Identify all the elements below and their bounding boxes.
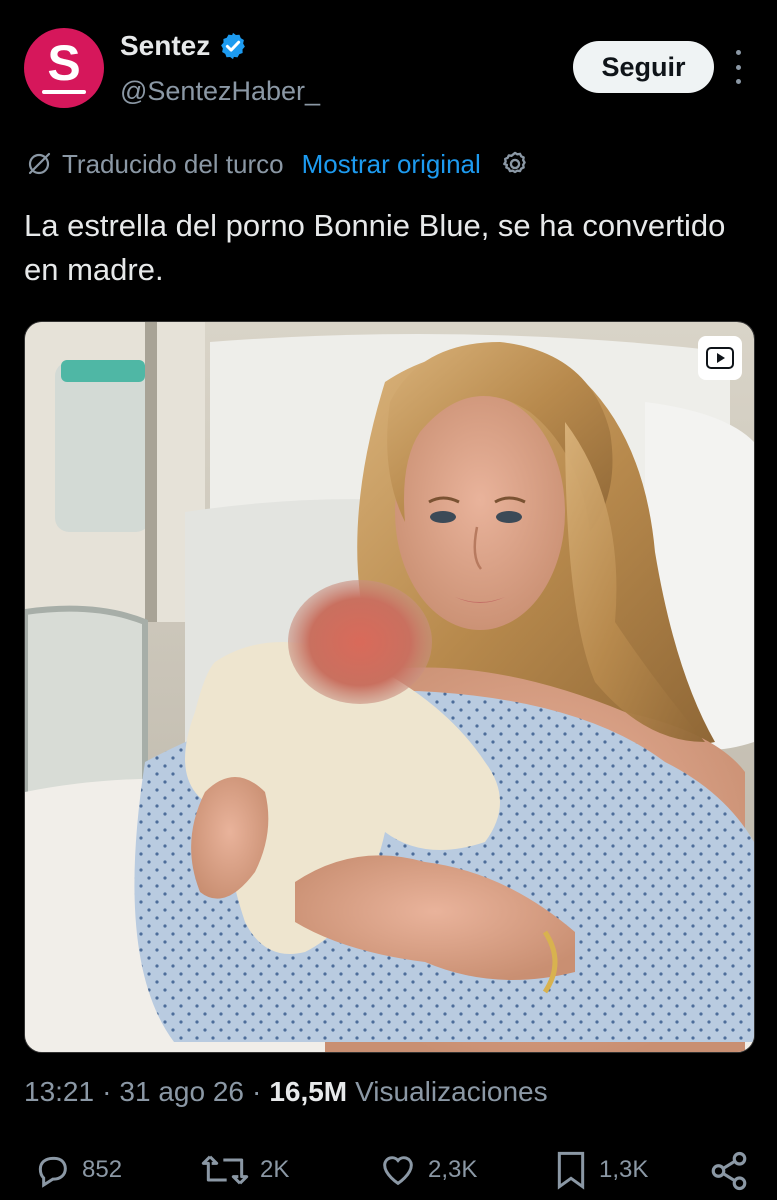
share-button[interactable] (708, 1150, 750, 1192)
photo-illustration (25, 322, 754, 1052)
repost-button[interactable]: 2K (200, 1150, 289, 1190)
bookmark-button[interactable]: 1,3K (553, 1150, 648, 1190)
reply-count: 852 (82, 1156, 123, 1183)
video-play-icon[interactable] (698, 336, 742, 380)
more-vertical-icon[interactable] (728, 50, 748, 84)
like-count: 2,3K (428, 1156, 478, 1183)
avatar[interactable]: S (24, 28, 104, 108)
meta-separator: · (102, 1076, 112, 1107)
verified-badge-icon (221, 32, 246, 60)
repost-icon (201, 1155, 249, 1185)
bookmark-icon (557, 1151, 585, 1190)
display-name[interactable]: Sentez (120, 30, 210, 62)
tweet-actions: 852 2K 2,3K 1,3K (0, 1148, 777, 1200)
meta-separator: · (251, 1076, 262, 1107)
avatar-letter: S (47, 35, 81, 91)
bookmark-count: 1,3K (599, 1156, 649, 1183)
like-button[interactable]: 2,3K (378, 1150, 477, 1190)
user-handle[interactable]: @SentezHaber_ (120, 76, 320, 107)
translate-slash-icon (28, 152, 51, 175)
tweet-date[interactable]: 31 ago 26 (119, 1076, 244, 1108)
views-label: Visualizaciones (355, 1076, 548, 1107)
reply-icon (38, 1156, 67, 1188)
translated-from-label: Traducido del turco (62, 148, 284, 179)
repost-count: 2K (260, 1156, 290, 1183)
name-row: Sentez (120, 30, 248, 62)
tweet-media-photo[interactable] (24, 321, 755, 1053)
tweet-text: La estrella del porno Bonnie Blue, se ha… (24, 208, 726, 287)
tweet-header: S Sentez @SentezHaber_ Seguir (0, 0, 777, 140)
show-original-link[interactable]: Mostrar original (302, 149, 481, 180)
views-count[interactable]: 16,5M (269, 1076, 347, 1108)
share-icon (711, 1151, 747, 1191)
tweet-meta: 13:21 · 31 ago 26 · 16,5M Visualizacione… (24, 1076, 548, 1108)
avatar-underline (42, 90, 86, 94)
reply-button[interactable]: 852 (32, 1150, 122, 1190)
translation-bar: Traducido del turco Mostrar original (26, 146, 529, 182)
gear-icon[interactable] (501, 150, 529, 178)
heart-icon (383, 1156, 413, 1186)
tweet-time[interactable]: 13:21 (24, 1076, 94, 1108)
follow-button[interactable]: Seguir (573, 41, 714, 93)
